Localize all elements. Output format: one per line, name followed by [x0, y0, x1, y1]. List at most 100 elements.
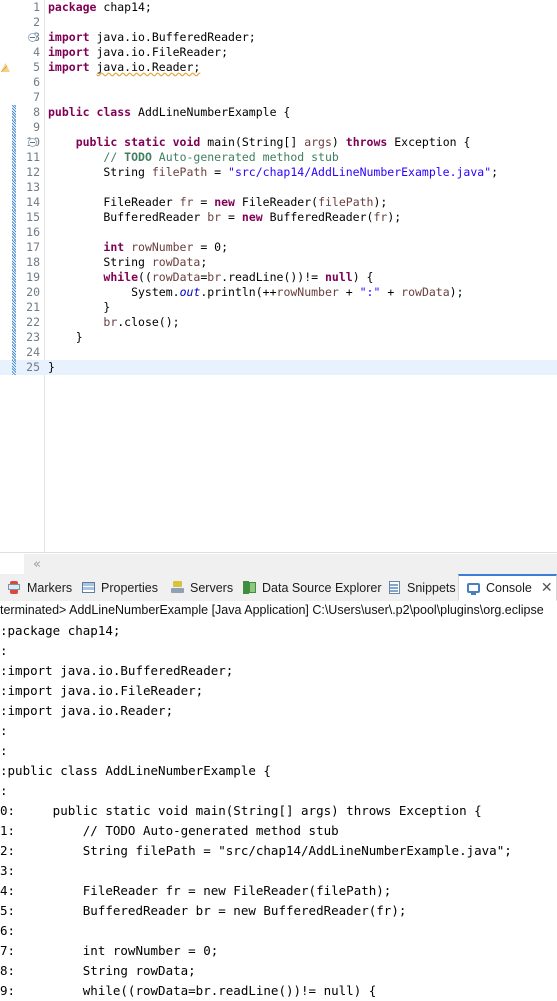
tab-servers[interactable]: Servers [163, 574, 235, 601]
console-line: : [0, 743, 8, 758]
editor-line[interactable]: 6 [0, 75, 557, 90]
editor-line[interactable]: 25} [0, 360, 557, 375]
code-token: public class [48, 105, 139, 119]
line-number: 5 [33, 60, 40, 74]
editor-line[interactable]: 22 br.close(); [0, 315, 557, 330]
code-token: } [48, 360, 55, 374]
line-number: 22 [26, 315, 40, 329]
line-number: 12 [26, 165, 40, 179]
editor-line[interactable]: 9 [0, 120, 557, 135]
line-number: 24 [26, 345, 40, 359]
code-token: AddLineNumberExample [138, 105, 284, 119]
editor-line[interactable]: 15 BufferedReader br = new BufferedReade… [0, 210, 557, 225]
tab-label: Servers [190, 580, 234, 595]
line-number: 8 [33, 105, 40, 119]
editor-line[interactable]: 13 [0, 180, 557, 195]
editor-line[interactable]: 17 int rowNumber = 0; [0, 240, 557, 255]
splitter-pane[interactable]: « [24, 553, 557, 576]
fold-collapse-icon[interactable] [28, 138, 37, 147]
code-token: ); [449, 285, 464, 299]
line-number: 2 [33, 15, 40, 29]
tab-properties[interactable]: Properties [74, 574, 163, 601]
line-number: 25 [26, 360, 40, 374]
console-line: 3: [0, 863, 16, 878]
code-token: package [48, 0, 104, 14]
code-token: .close(); [117, 315, 180, 329]
code-token: import [48, 45, 97, 59]
editor-line[interactable]: 3import java.io.BufferedReader; [0, 30, 557, 45]
console-line: 7: int rowNumber = 0; [0, 943, 219, 958]
console-process-header: terminated> AddLineNumberExample [Java A… [0, 603, 544, 617]
view-tab-bar[interactable]: Markers Properties Servers Data Source Expl… [0, 574, 557, 602]
code-text: public static void main(String[] args) t… [48, 135, 471, 150]
editor-line[interactable]: 1 package chap14; [0, 0, 557, 15]
code-text: br.close(); [48, 315, 180, 330]
editor-line[interactable]: 19 while((rowData=br.readLine())!= null)… [0, 270, 557, 285]
editor-line[interactable]: 18 String rowData; [0, 255, 557, 270]
console-line: 5: BufferedReader br = new BufferedReade… [0, 903, 407, 918]
tab-console[interactable]: Console ✕ [458, 574, 557, 601]
editor-line[interactable]: 24 [0, 345, 557, 360]
code-token: = [221, 210, 242, 224]
code-token: java.io.BufferedReader; [96, 30, 256, 44]
code-token: chap14; [103, 0, 152, 14]
editor-line[interactable]: 21 } [0, 300, 557, 315]
code-token: + [380, 285, 402, 299]
line-number: 17 [26, 240, 40, 254]
console-line: :import java.io.BufferedReader; [0, 663, 234, 678]
java-editor[interactable]: 1package chap14;23import java.io.Buffere… [0, 0, 557, 552]
tab-markers[interactable]: Markers [0, 574, 74, 601]
editor-line[interactable]: 7 [0, 90, 557, 105]
console-line: : [0, 723, 8, 738]
code-text: import java.io.BufferedReader; [48, 30, 256, 45]
editor-line[interactable]: 16 [0, 225, 557, 240]
editor-line[interactable]: 23 } [0, 330, 557, 345]
code-token: Auto-generated method stub [151, 150, 339, 164]
code-token: rowData [151, 270, 201, 284]
editor-line[interactable]: 8 public class AddLineNumberExample { [0, 105, 557, 120]
console-line: 9: while((rowData=br.readLine())!= null)… [0, 983, 377, 998]
code-token: } [48, 300, 111, 314]
tab-label: Snippets [407, 580, 456, 595]
code-token: Exception { [394, 135, 471, 149]
editor-line[interactable]: 4 import java.io.FileReader; [0, 45, 557, 60]
editor-line[interactable]: 2 [0, 15, 557, 30]
console-view[interactable]: terminated> AddLineNumberExample [Java A… [0, 601, 557, 1001]
view-splitter-strip: « [0, 552, 557, 576]
fold-collapse-icon[interactable] [28, 33, 37, 42]
code-token: rowData [401, 285, 450, 299]
code-token: rowNumber [276, 285, 339, 299]
editor-line[interactable]: 10 public static void main(String[] args… [0, 135, 557, 150]
editor-line[interactable]: 5 import java.io.Reader; [0, 60, 557, 75]
eclipse-ide-window: 1package chap14;23import java.io.Buffere… [0, 0, 557, 1001]
close-icon[interactable]: ✕ [541, 581, 553, 595]
code-text: } [48, 300, 110, 315]
code-token: new [241, 210, 270, 224]
console-line: :import java.io.Reader; [0, 703, 174, 718]
code-token: TODO [124, 150, 152, 164]
code-token: = [193, 195, 215, 209]
code-token: rowNumber [131, 240, 194, 254]
console-line: 0: public static void main(String[] args… [0, 803, 482, 818]
console-icon [466, 581, 481, 596]
tab-data-source-explorer[interactable]: Data Source Explorer [235, 574, 382, 601]
code-token: ; [200, 255, 208, 269]
code-token: = [207, 165, 229, 179]
editor-line[interactable]: 20 System.out.println(++rowNumber + ":" … [0, 285, 557, 300]
code-token: new [214, 195, 242, 209]
code-text: BufferedReader br = new BufferedReader(f… [48, 210, 401, 225]
code-token: (( [138, 270, 152, 284]
editor-line[interactable]: 12 String filePath = "src/chap14/AddLine… [0, 165, 557, 180]
tab-snippets[interactable]: Snippets [380, 574, 458, 601]
code-text: } [48, 330, 83, 345]
editor-line[interactable]: 14 FileReader fr = new FileReader(filePa… [0, 195, 557, 210]
code-token: args [304, 135, 332, 149]
console-output: :package chap14;::import java.io.Buffere… [0, 619, 557, 1001]
editor-line-list: 1package chap14;23import java.io.Buffere… [0, 0, 557, 375]
line-number: 13 [26, 180, 40, 194]
code-token: = 0; [193, 240, 229, 254]
code-token: rowData [151, 255, 201, 269]
collapse-chevron-icon[interactable]: « [33, 558, 41, 572]
editor-line[interactable]: 11 // TODO Auto-generated method stub [0, 150, 557, 165]
